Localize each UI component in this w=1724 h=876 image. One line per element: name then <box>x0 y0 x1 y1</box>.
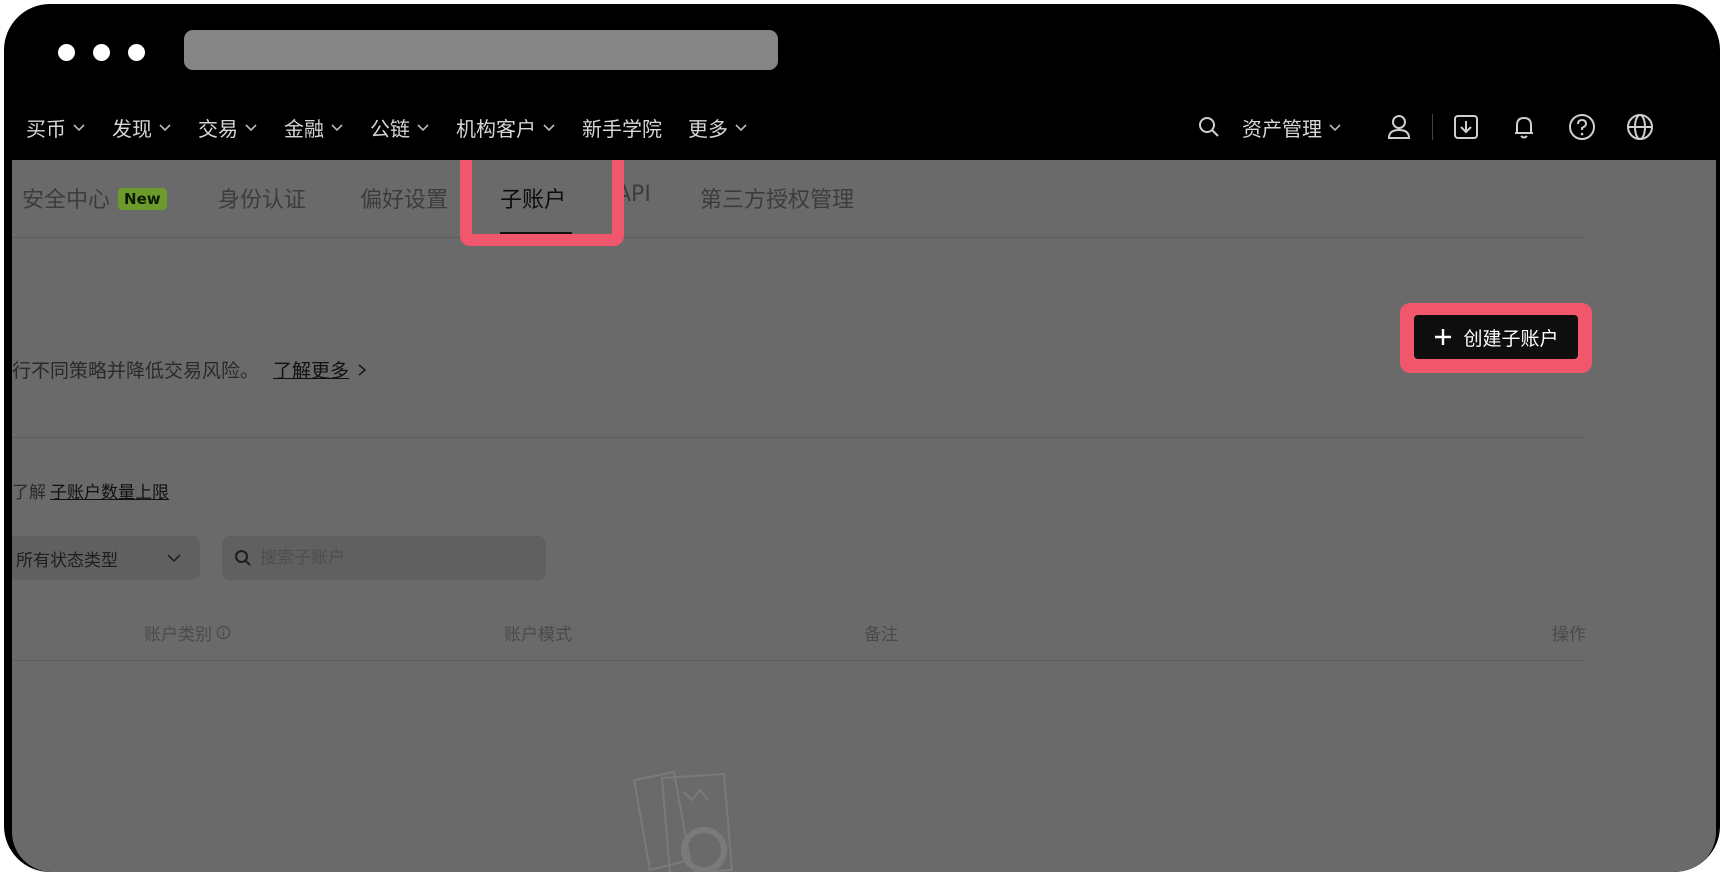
subaccount-search <box>222 536 546 580</box>
subaccount-intro: 行不同策略并降低交易风险。 了解更多 <box>12 356 369 383</box>
nav-right-tools: 资产管理 <box>1194 104 1655 150</box>
download-icon[interactable] <box>1451 112 1481 142</box>
nav-item-label: 买币 <box>26 116 66 141</box>
column-header-note: 备注 <box>864 620 898 645</box>
chevron-down-icon <box>245 124 257 132</box>
nav-item-more[interactable]: 更多 <box>688 113 748 142</box>
asset-management-menu[interactable]: 资产管理 <box>1242 113 1342 142</box>
plus-icon <box>1435 329 1452 345</box>
nav-item-label: 新手学院 <box>582 116 662 141</box>
asset-management-label: 资产管理 <box>1242 116 1322 141</box>
empty-state-illustration <box>632 770 734 872</box>
page-content: 安全中心 New 身份认证 偏好设置 子账户 API 第三方授权管理 行不同策略并… <box>12 160 1716 872</box>
chevron-down-icon <box>543 124 555 132</box>
nav-item-label: 发现 <box>112 116 152 141</box>
nav-item-label: 交易 <box>198 116 238 141</box>
chevron-down-icon <box>159 124 171 132</box>
help-icon[interactable] <box>1567 112 1597 142</box>
column-header-label: 账户模式 <box>504 625 572 645</box>
column-header-actions: 操作 <box>1552 620 1586 645</box>
browser-frame: 买币 发现 交易 金融 公链 机构客户 新手学院 更多 资产管理 安全中心 Ne… <box>4 4 1720 872</box>
user-icon[interactable] <box>1384 112 1414 142</box>
tab-preferences[interactable]: 偏好设置 <box>360 182 448 214</box>
intro-text: 行不同策略并降低交易风险。 <box>12 360 260 382</box>
search-icon <box>235 550 251 566</box>
column-header-label: 账户类别 <box>144 625 212 645</box>
nav-item-institutional[interactable]: 机构客户 <box>456 113 556 142</box>
new-badge: New <box>118 188 167 210</box>
nav-divider <box>1432 114 1433 140</box>
nav-item-chain[interactable]: 公链 <box>370 113 430 142</box>
nav-item-buy-crypto[interactable]: 买币 <box>26 113 86 142</box>
nav-item-finance[interactable]: 金融 <box>284 113 344 142</box>
chevron-down-icon <box>73 124 85 132</box>
chevron-down-icon <box>167 554 181 563</box>
chevron-down-icon <box>417 124 429 132</box>
column-header-label: 操作 <box>1552 625 1586 645</box>
search-icon[interactable] <box>1194 112 1224 142</box>
column-header-account-mode: 账户模式 <box>504 620 572 645</box>
nav-item-academy[interactable]: 新手学院 <box>582 113 662 142</box>
nav-item-label: 机构客户 <box>456 116 536 141</box>
nav-item-discover[interactable]: 发现 <box>112 113 172 142</box>
nav-menu: 买币 发现 交易 金融 公链 机构客户 新手学院 更多 <box>26 104 774 150</box>
window-controls <box>58 44 145 61</box>
top-nav: 买币 发现 交易 金融 公链 机构客户 新手学院 更多 资产管理 <box>4 104 1720 150</box>
tab-label: 第三方授权管理 <box>700 188 855 213</box>
section-divider <box>12 437 1584 438</box>
tab-label: 安全中心 <box>22 188 111 213</box>
window-dot-minimize[interactable] <box>93 44 110 61</box>
chevron-right-icon <box>358 363 367 376</box>
learn-more-link[interactable]: 了解更多 <box>273 356 349 383</box>
tab-security-center[interactable]: 安全中心 New <box>22 182 167 214</box>
tab-label: 偏好设置 <box>360 188 449 213</box>
limit-prefix: 了解 <box>12 483 46 503</box>
create-subaccount-label: 创建子账户 <box>1463 327 1559 350</box>
search-input[interactable] <box>260 548 530 568</box>
highlight-box-tab <box>460 160 624 246</box>
tab-identity[interactable]: 身份认证 <box>218 182 306 214</box>
status-type-value: 所有状态类型 <box>16 550 118 571</box>
column-header-label: 备注 <box>864 625 898 645</box>
highlight-box-create: 创建子账户 <box>1400 303 1592 373</box>
address-bar[interactable] <box>184 30 778 70</box>
window-dot-maximize[interactable] <box>128 44 145 61</box>
nav-item-label: 金融 <box>284 116 324 141</box>
nav-item-label: 公链 <box>370 116 410 141</box>
tab-label: 身份认证 <box>218 188 307 213</box>
bell-icon[interactable] <box>1509 112 1539 142</box>
info-icon[interactable] <box>216 625 231 640</box>
nav-item-trade[interactable]: 交易 <box>198 113 258 142</box>
subaccount-limit-link[interactable]: 子账户数量上限 <box>50 483 169 503</box>
chevron-down-icon <box>735 124 747 132</box>
subaccount-limit-note: 了解 子账户数量上限 <box>12 478 169 503</box>
chevron-down-icon <box>1329 124 1341 132</box>
globe-icon[interactable] <box>1625 112 1655 142</box>
nav-item-label: 更多 <box>688 116 728 141</box>
tab-third-party-auth[interactable]: 第三方授权管理 <box>700 182 854 214</box>
status-type-select[interactable]: 所有状态类型 <box>12 536 200 580</box>
create-subaccount-button[interactable]: 创建子账户 <box>1414 315 1578 359</box>
window-dot-close[interactable] <box>58 44 75 61</box>
column-header-account-type: 账户类别 <box>144 620 231 645</box>
table-header-divider <box>12 660 1584 661</box>
account-tabs: 安全中心 New 身份认证 偏好设置 子账户 API 第三方授权管理 <box>12 160 1584 238</box>
chevron-down-icon <box>331 124 343 132</box>
